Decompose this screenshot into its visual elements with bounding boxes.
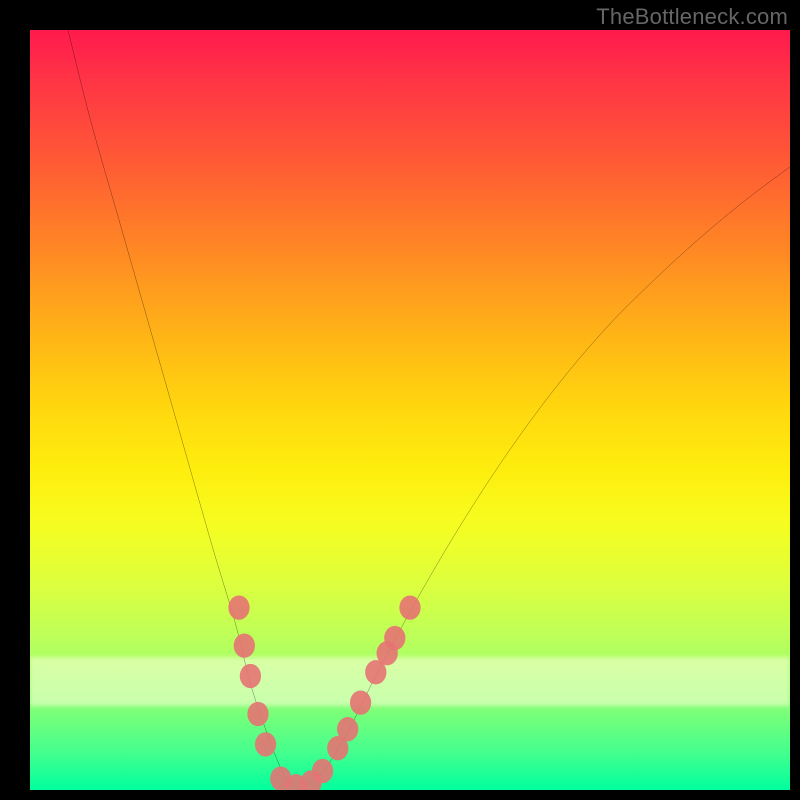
marker-dot [255,732,276,756]
marker-dot [399,595,420,619]
watermark-text: TheBottleneck.com [596,4,788,30]
marker-dot [240,664,261,688]
marker-dot [247,702,268,726]
outer-frame: TheBottleneck.com [0,0,800,800]
marker-dot [228,595,249,619]
marker-layer [30,30,790,790]
marker-dot [312,759,333,783]
marker-dot [337,717,358,741]
marker-dot [384,626,405,650]
marker-dot [350,690,371,714]
marker-dot [234,633,255,657]
plot-area [30,30,790,790]
